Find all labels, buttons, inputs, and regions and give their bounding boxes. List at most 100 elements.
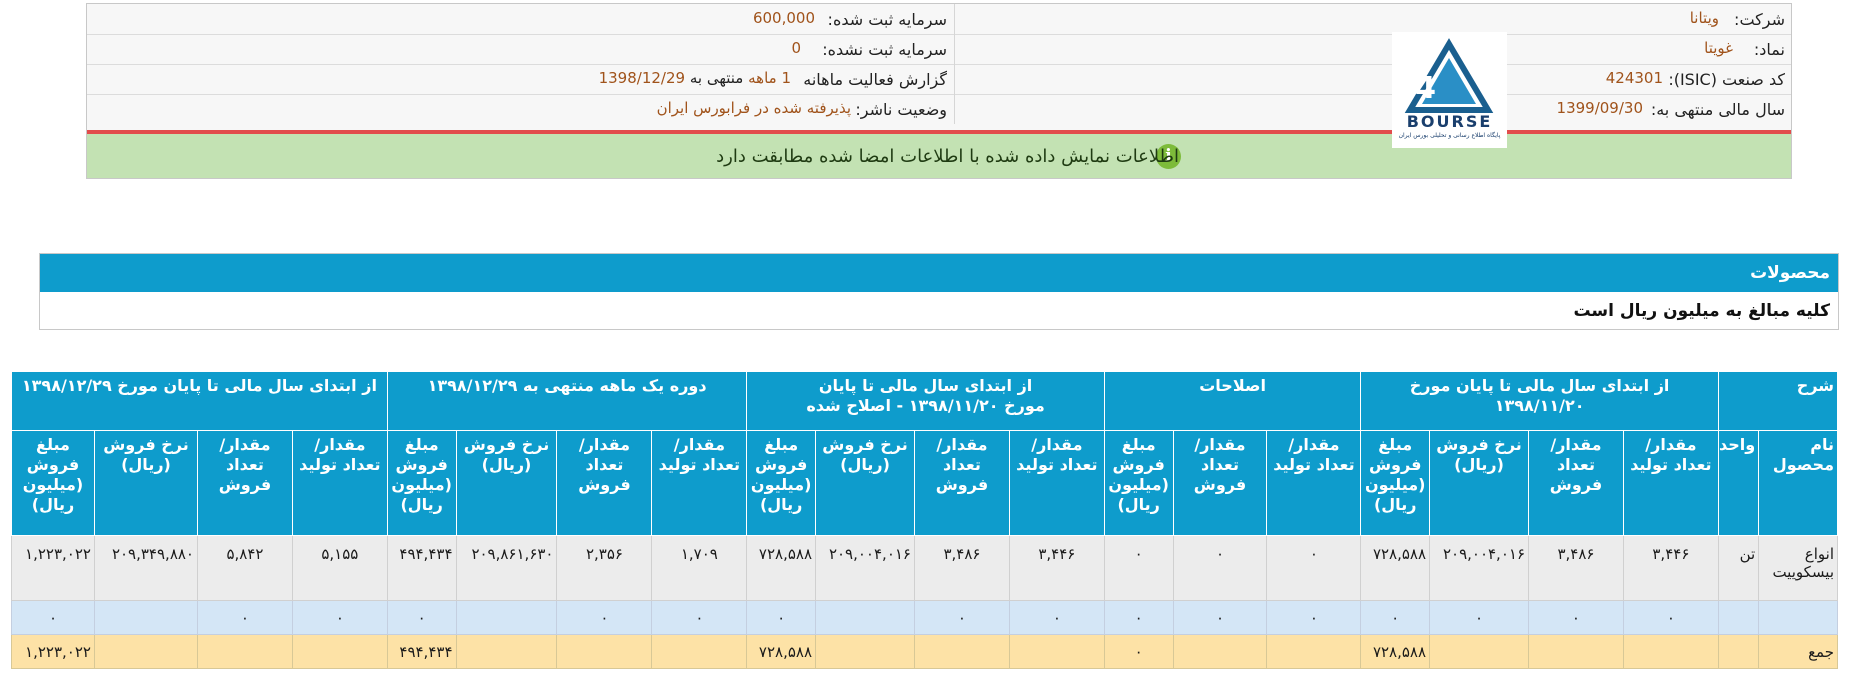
g1-sale-rate: ۲۰۹,۰۰۴,۰۱۶ xyxy=(1429,535,1529,601)
company-cell: شرکت: ویتانا xyxy=(954,4,1791,34)
logo-subtitle: پایگاه اطلاع رسانی و تحلیلی بورس ایران xyxy=(1398,132,1501,139)
header-group-5: از ابتدای سال مالی تا پایان مورخ ۱۳۹۸/۱۲… xyxy=(11,371,388,431)
g3-sale-amount: ۷۲۸,۵۸۸ xyxy=(746,535,817,601)
zero-cell xyxy=(1758,600,1838,635)
zero-cell xyxy=(455,600,558,635)
product-unit: تن xyxy=(1717,535,1760,601)
zero-cell xyxy=(815,600,915,635)
info-banner: i اطلاعات نمایش داده شده با اطلاعات امضا… xyxy=(87,134,1791,178)
isic-value: 424301 xyxy=(1605,69,1663,87)
company-link[interactable]: ویتانا xyxy=(1690,9,1719,27)
header-g4-sale-qty: مقدار/تعداد فروش xyxy=(556,430,653,536)
header-g5-sale-amount: مبلغ فروش (میلیون ریال) xyxy=(11,430,95,536)
total-empty xyxy=(815,634,915,669)
zero-cell: ۰ xyxy=(11,600,95,635)
total-g4-amount: ۴۹۴,۴۳۴ xyxy=(386,634,457,669)
table-row-total: جمع ۷۲۸,۵۸۸ ۰ ۷۲۸,۵۸۸ ۴۹۴,۴۳۴ ۱,۲۲۳,۰۲۲ xyxy=(11,634,1838,669)
g4-sale-amount: ۴۹۴,۴۳۴ xyxy=(386,535,457,601)
product-name: انواع بیسکوییت xyxy=(1758,535,1838,601)
g4-sale-qty: ۲,۳۵۶ xyxy=(556,535,653,601)
total-empty xyxy=(455,634,558,669)
g5-sale-amount: ۱,۲۲۳,۰۲۲ xyxy=(11,535,95,601)
zero-cell: ۰ xyxy=(1360,600,1431,635)
info-row-isic: کد صنعت (ISIC): 424301 گزارش فعالیت ماها… xyxy=(87,64,1791,95)
total-empty xyxy=(1528,634,1624,669)
header-g2-sale-qty: مقدار/تعداد فروش xyxy=(1172,430,1268,536)
svg-text:24: 24 xyxy=(1394,71,1436,106)
header-product-name: نام محصول xyxy=(1758,430,1838,536)
products-title: محصولات xyxy=(1750,263,1830,283)
fiscal-cell: سال مالی منتهی به: 1399/09/30 xyxy=(954,94,1791,124)
g1-sale-qty: ۳,۴۸۶ xyxy=(1528,535,1624,601)
fiscal-value: 1399/09/30 xyxy=(1556,99,1643,117)
header-group-4: دوره یک ماهه منتهی به ۱۳۹۸/۱۲/۲۹ xyxy=(386,371,748,431)
zero-cell: ۰ xyxy=(651,600,748,635)
g2-sale-amount: ۰ xyxy=(1103,535,1174,601)
header-unit: واحد xyxy=(1717,430,1760,536)
total-empty xyxy=(196,634,293,669)
table-row: انواع بیسکوییت تن ۳,۴۴۶ ۳,۴۸۶ ۲۰۹,۰۰۴,۰۱… xyxy=(11,535,1838,601)
header-g3-sale-amount: مبلغ فروش (میلیون ریال) xyxy=(746,430,817,536)
report-cell: گزارش فعالیت ماهانه 1 ماهه منتهی به 1398… xyxy=(87,64,953,94)
g4-sale-rate: ۲۰۹,۸۶۱,۶۳۰ xyxy=(455,535,558,601)
g3-prod-qty: ۳,۴۴۶ xyxy=(1008,535,1105,601)
products-section: محصولات کلیه مبالغ به میلیون ریال است xyxy=(39,253,1839,330)
status-value: پذیرفته شده در فرابورس ایران xyxy=(656,99,851,117)
header-group-1: از ابتدای سال مالی تا پایان مورخ ۱۳۹۸/۱۱… xyxy=(1360,371,1719,431)
g1-prod-qty: ۳,۴۴۶ xyxy=(1622,535,1719,601)
total-empty xyxy=(651,634,748,669)
unreg-capital-cell: سرمایه ثبت نشده: 0 xyxy=(87,34,953,64)
bourse-logo: 24 BOURSE پایگاه اطلاع رسانی و تحلیلی بو… xyxy=(1392,32,1507,148)
reg-capital-value: 600,000 xyxy=(752,9,815,27)
header-g1-sale-amount: مبلغ فروش (میلیون ریال) xyxy=(1360,430,1431,536)
total-empty xyxy=(1008,634,1105,669)
header-g3-prod-qty: مقدار/تعداد تولید xyxy=(1008,430,1105,536)
report-label: گزارش فعالیت ماهانه xyxy=(803,70,947,89)
zero-cell: ۰ xyxy=(1622,600,1719,635)
info-row-company: شرکت: ویتانا سرمایه ثبت شده: 600,000 xyxy=(87,4,1791,35)
zero-cell xyxy=(93,600,198,635)
total-empty xyxy=(291,634,388,669)
zero-cell: ۰ xyxy=(1008,600,1105,635)
isic-label: کد صنعت (ISIC): xyxy=(1668,70,1785,89)
table-row-zero: ۰ ۰ ۰ ۰ ۰ ۰ ۰ ۰ ۰ ۰ ۰ ۰ ۰ ۰ ۰ ۰ xyxy=(11,600,1838,635)
header-g5-prod-qty: مقدار/تعداد تولید xyxy=(291,430,388,536)
total-empty xyxy=(556,634,653,669)
total-empty xyxy=(1266,634,1362,669)
reg-capital-label: سرمایه ثبت شده: xyxy=(827,10,947,29)
logo-text: BOURSE xyxy=(1406,112,1493,131)
header-g4-sale-amount: مبلغ فروش (میلیون ریال) xyxy=(386,430,457,536)
products-title-bar: محصولات xyxy=(40,254,1838,292)
zero-cell: ۰ xyxy=(291,600,388,635)
g5-prod-qty: ۵,۱۵۵ xyxy=(291,535,388,601)
symbol-cell: نماد: غویتا xyxy=(954,34,1791,64)
symbol-label: نماد: xyxy=(1753,40,1785,59)
zero-cell: ۰ xyxy=(386,600,457,635)
report-months: 1 ماهه منتهی به 1398/12/29 xyxy=(599,69,791,87)
info-row-fiscal: سال مالی منتهی به: 1399/09/30 وضعیت ناشر… xyxy=(87,94,1791,124)
zero-cell: ۰ xyxy=(1429,600,1529,635)
header-group-3-line2: مورخ ۱۳۹۸/۱۱/۲۰ - اصلاح شده xyxy=(806,396,1045,415)
g1-sale-amount: ۷۲۸,۵۸۸ xyxy=(1360,535,1431,601)
header-g1-sale-qty: مقدار/تعداد فروش xyxy=(1528,430,1624,536)
total-empty xyxy=(1622,634,1719,669)
header-g1-prod-qty: مقدار/تعداد تولید xyxy=(1622,430,1719,536)
symbol-link[interactable]: غویتا xyxy=(1704,39,1733,57)
header-g4-sale-rate: نرخ فروش (ریال) xyxy=(455,430,558,536)
zero-cell: ۰ xyxy=(1172,600,1268,635)
products-table: شرح از ابتدای سال مالی تا پایان مورخ ۱۳۹… xyxy=(11,371,1839,669)
status-cell: وضعیت ناشر: پذیرفته شده در فرابورس ایران xyxy=(87,94,953,124)
total-empty xyxy=(1172,634,1268,669)
header-g3-sale-qty: مقدار/تعداد فروش xyxy=(913,430,1010,536)
zero-cell: ۰ xyxy=(196,600,293,635)
total-empty xyxy=(913,634,1010,669)
table-sub-header-row: نام محصول واحد مقدار/تعداد تولید مقدار/ت… xyxy=(11,430,1838,536)
zero-cell: ۰ xyxy=(1103,600,1174,635)
total-g2-amount: ۰ xyxy=(1103,634,1174,669)
header-g4-prod-qty: مقدار/تعداد تولید xyxy=(651,430,748,536)
report-ending-text: منتهی به xyxy=(689,69,744,87)
report-date: 1398/12/29 xyxy=(598,69,686,87)
unreg-capital-value: 0 xyxy=(791,39,801,57)
header-g2-prod-qty: مقدار/تعداد تولید xyxy=(1266,430,1362,536)
header-desc: شرح xyxy=(1717,371,1839,431)
